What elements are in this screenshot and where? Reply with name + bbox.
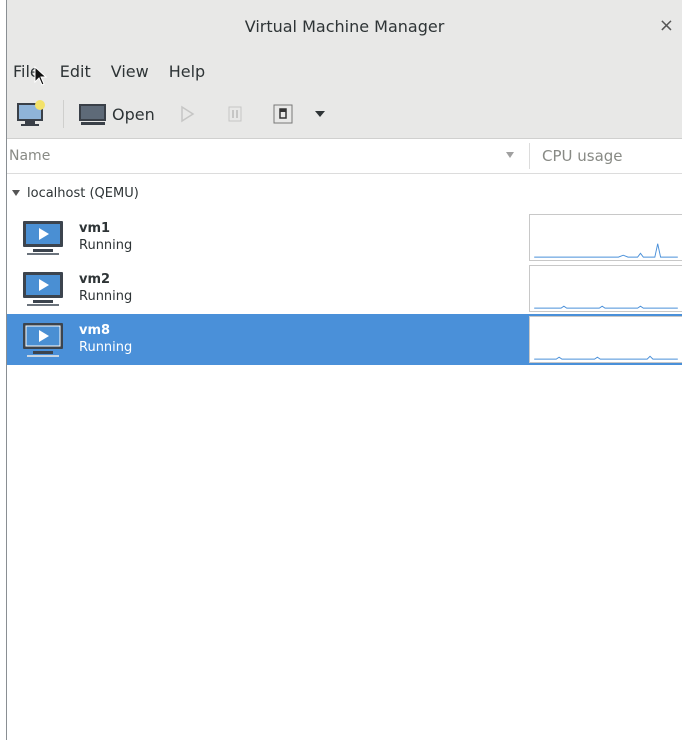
- toolbar: Open: [7, 90, 682, 139]
- expander-down-icon[interactable]: [11, 189, 21, 197]
- vm-running-icon: [23, 271, 63, 306]
- new-vm-icon: [17, 100, 45, 126]
- vm-row[interactable]: vm2 Running: [7, 263, 682, 314]
- menu-view[interactable]: View: [111, 62, 149, 81]
- vm-state: Running: [79, 339, 133, 355]
- vm-name: vm8: [79, 322, 111, 338]
- host-label: localhost (QEMU): [27, 185, 139, 201]
- vm-state: Running: [79, 288, 133, 304]
- open-button-label: Open: [112, 104, 155, 124]
- vm-running-icon: [23, 220, 63, 255]
- monitor-icon: [79, 104, 106, 125]
- chevron-down-icon: [314, 111, 325, 117]
- cpu-usage-graph: [529, 214, 682, 261]
- new-vm-button[interactable]: [15, 99, 47, 129]
- vm-state: Running: [79, 237, 133, 253]
- vm-name: vm1: [79, 220, 111, 236]
- cpu-usage-graph: [529, 316, 682, 363]
- column-header: Name CPU usage: [7, 139, 682, 174]
- name-column-label: Name: [9, 148, 51, 164]
- open-button[interactable]: Open: [78, 100, 155, 128]
- shutdown-icon: [273, 104, 293, 124]
- title-bar: Virtual Machine Manager ×: [7, 0, 682, 52]
- pause-icon: [228, 106, 242, 122]
- toolbar-separator: [63, 100, 64, 128]
- window-title: Virtual Machine Manager: [244, 16, 445, 36]
- cpu-usage-graph: [529, 265, 682, 312]
- vm-name: vm2: [79, 271, 111, 287]
- shutdown-menu-button[interactable]: [313, 107, 327, 121]
- menu-help[interactable]: Help: [169, 62, 205, 81]
- menu-bar: File Edit View Help: [7, 52, 682, 90]
- sort-down-icon: [506, 152, 514, 158]
- cpu-column-header[interactable]: CPU usage: [530, 147, 623, 165]
- vm-running-icon: [23, 322, 63, 357]
- pause-button[interactable]: [225, 104, 245, 124]
- play-icon: [180, 105, 195, 123]
- app-window: Virtual Machine Manager × File Edit View…: [6, 0, 682, 740]
- shutdown-button[interactable]: [271, 102, 295, 126]
- menu-edit[interactable]: Edit: [60, 62, 91, 81]
- run-button[interactable]: [177, 104, 197, 124]
- vm-row-selected[interactable]: vm8 Running: [7, 314, 682, 365]
- host-row[interactable]: localhost (QEMU): [7, 174, 682, 212]
- mouse-pointer-icon: [34, 66, 48, 86]
- vm-row[interactable]: vm1 Running: [7, 212, 682, 263]
- close-icon[interactable]: ×: [659, 15, 674, 36]
- name-column-header[interactable]: Name: [7, 139, 529, 173]
